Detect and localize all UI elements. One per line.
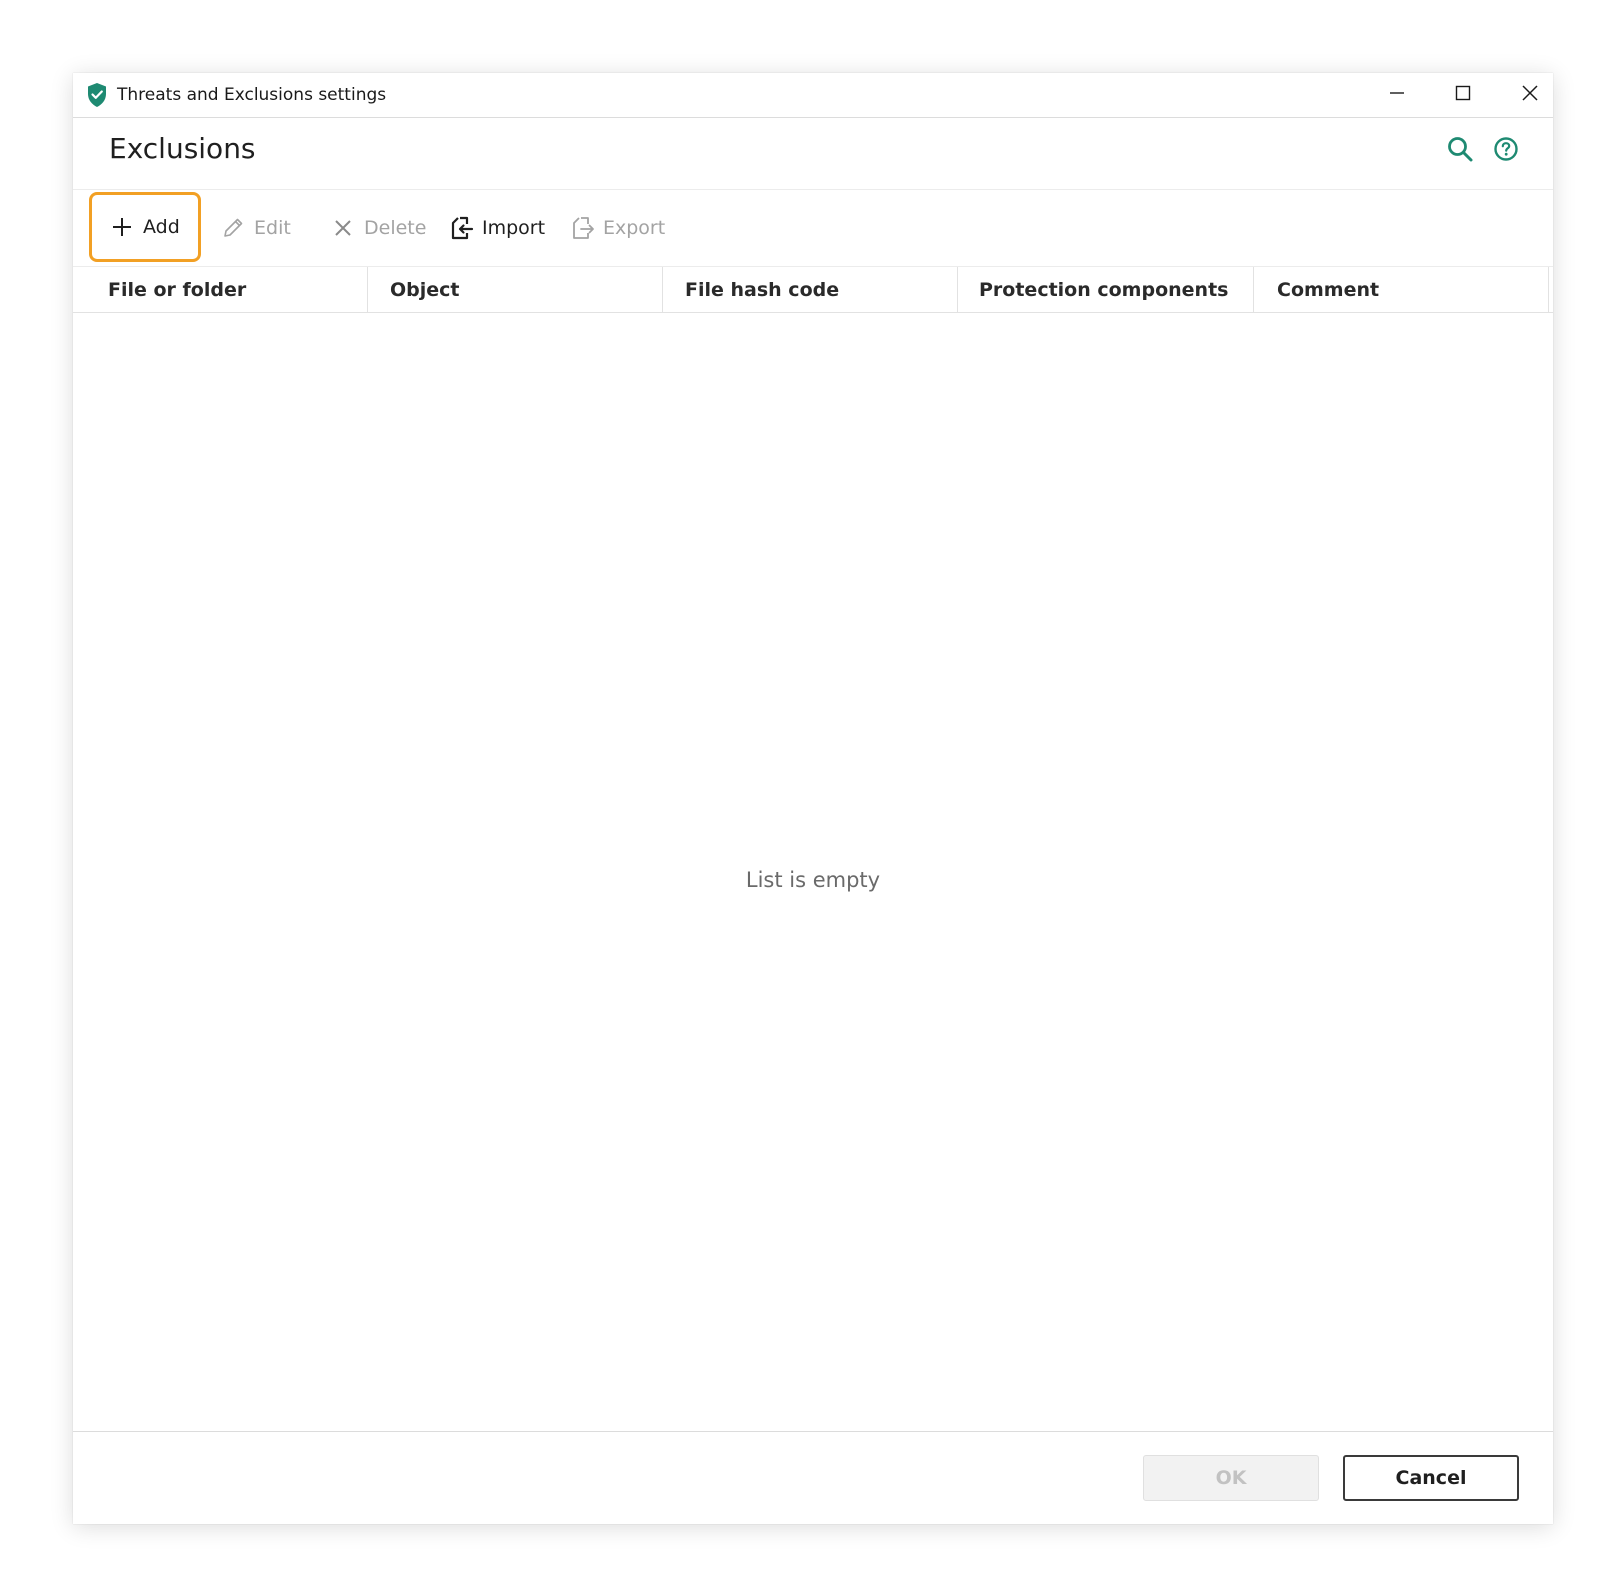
search-button[interactable]: [1444, 135, 1476, 167]
page-header: Exclusions: [73, 119, 1553, 190]
window-title: Threats and Exclusions settings: [117, 85, 387, 105]
column-header-comment[interactable]: Comment: [1277, 267, 1379, 312]
minimize-button[interactable]: [1367, 73, 1427, 117]
shield-icon: [86, 82, 108, 108]
column-divider[interactable]: [367, 267, 368, 312]
column-header-object[interactable]: Object: [390, 267, 460, 312]
export-label: Export: [603, 217, 666, 239]
empty-list-message: List is empty: [745, 868, 881, 892]
title-bar: Threats and Exclusions settings: [73, 73, 1553, 118]
export-icon: [569, 215, 595, 241]
column-header-file-hash-code[interactable]: File hash code: [685, 267, 839, 312]
dialog-footer: OK Cancel: [73, 1431, 1553, 1524]
search-icon: [1446, 135, 1474, 167]
delete-label: Delete: [364, 217, 427, 239]
column-divider[interactable]: [1253, 267, 1254, 312]
add-label: Add: [143, 216, 180, 238]
close-icon: [1521, 84, 1539, 106]
toolbar: Add Edit Delete Import Export: [73, 190, 1553, 266]
import-icon: [448, 215, 474, 241]
help-button[interactable]: [1490, 135, 1522, 167]
pencil-icon: [220, 215, 246, 241]
column-divider[interactable]: [662, 267, 663, 312]
add-button[interactable]: Add: [89, 192, 201, 262]
edit-label: Edit: [254, 217, 291, 239]
column-header-file-or-folder[interactable]: File or folder: [108, 267, 246, 312]
column-divider[interactable]: [957, 267, 958, 312]
column-header-protection-components[interactable]: Protection components: [979, 267, 1228, 312]
export-button[interactable]: Export: [569, 190, 665, 266]
dialog-window: Threats and Exclusions settings Exclusio…: [73, 73, 1553, 1524]
page-title: Exclusions: [109, 132, 256, 165]
column-divider[interactable]: [1548, 267, 1549, 312]
plus-icon: [109, 214, 135, 240]
close-button[interactable]: [1500, 73, 1560, 117]
maximize-icon: [1455, 85, 1471, 105]
ok-button[interactable]: OK: [1143, 1455, 1319, 1501]
cancel-button[interactable]: Cancel: [1343, 1455, 1519, 1501]
minimize-icon: [1389, 85, 1405, 105]
edit-button[interactable]: Edit: [220, 190, 291, 266]
table-header: File or folder Object File hash code Pro…: [73, 266, 1553, 313]
maximize-button[interactable]: [1433, 73, 1493, 117]
help-icon: [1493, 136, 1519, 166]
x-icon: [330, 215, 356, 241]
import-button[interactable]: Import: [448, 190, 545, 266]
delete-button[interactable]: Delete: [330, 190, 426, 266]
import-label: Import: [482, 217, 546, 239]
